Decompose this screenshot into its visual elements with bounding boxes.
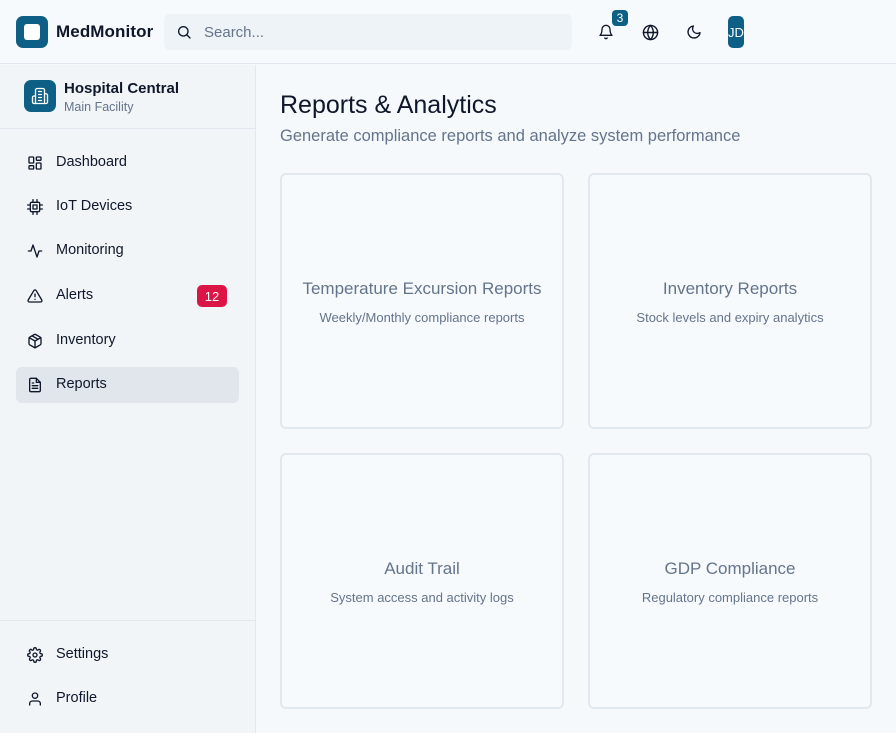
card-title: Inventory Reports xyxy=(662,279,798,298)
sidebar-item-profile[interactable]: Profile xyxy=(16,681,239,717)
sidebar-item-inventory[interactable]: Inventory xyxy=(16,323,239,359)
card-title: GDP Compliance xyxy=(664,559,796,578)
page-title: Reports & Analytics xyxy=(280,91,497,119)
alerts-count-badge: 12 xyxy=(197,285,227,307)
file-text-icon xyxy=(29,377,41,393)
sidebar-item-monitoring[interactable]: Monitoring xyxy=(16,233,239,269)
search-bar[interactable] xyxy=(164,14,572,50)
report-card-inventory[interactable]: Inventory Reports Stock levels and expir… xyxy=(588,173,872,429)
report-card-audit-trail[interactable]: Audit Trail System access and activity l… xyxy=(280,453,564,709)
card-description: Regulatory compliance reports xyxy=(641,590,819,605)
report-card-gdp-compliance[interactable]: GDP Compliance Regulatory compliance rep… xyxy=(588,453,872,709)
card-title: Audit Trail xyxy=(384,559,460,578)
sidebar-item-label: Monitoring xyxy=(56,242,124,258)
facility-switcher[interactable]: Hospital Central Main Facility xyxy=(0,65,255,129)
sidebar-item-reports[interactable]: Reports xyxy=(16,367,239,403)
sidebar-footer: Settings Profile xyxy=(0,620,255,733)
sidebar-item-alerts[interactable]: Alerts 12 xyxy=(16,278,239,314)
sidebar: Hospital Central Main Facility Dashboard… xyxy=(0,65,256,733)
activity-icon xyxy=(27,244,43,258)
sidebar-item-dashboard[interactable]: Dashboard xyxy=(16,145,239,181)
user-avatar[interactable]: JD xyxy=(728,16,744,48)
sidebar-item-label: IoT Devices xyxy=(56,198,133,214)
hospital-building-icon xyxy=(24,80,56,112)
chip-icon xyxy=(27,199,43,215)
sidebar-item-label: Profile xyxy=(56,690,98,706)
sidebar-item-settings[interactable]: Settings xyxy=(16,637,239,673)
facility-name: Hospital Central xyxy=(64,80,180,97)
app-title: MedMonitor xyxy=(56,22,154,41)
sidebar-item-label: Inventory xyxy=(56,332,116,348)
theme-toggle-button[interactable] xyxy=(682,20,706,44)
globe-icon xyxy=(642,24,658,40)
alert-triangle-icon xyxy=(27,289,43,303)
card-title: Temperature Excursion Reports xyxy=(302,279,542,298)
app-logo-icon[interactable] xyxy=(16,16,48,48)
search-icon xyxy=(178,26,191,39)
card-description: Stock levels and expiry analytics xyxy=(636,310,824,325)
gear-icon xyxy=(27,647,43,663)
sidebar-item-label: Dashboard xyxy=(56,154,127,170)
sidebar-item-label: Reports xyxy=(56,376,107,392)
dashboard-icon xyxy=(28,156,42,170)
bell-icon xyxy=(599,24,613,40)
language-button[interactable] xyxy=(638,20,662,44)
notification-count-badge: 3 xyxy=(612,10,628,26)
package-icon xyxy=(28,333,42,349)
sidebar-item-iot-devices[interactable]: IoT Devices xyxy=(16,189,239,225)
report-card-temperature-excursion[interactable]: Temperature Excursion Reports Weekly/Mon… xyxy=(280,173,564,429)
card-description: Weekly/Monthly compliance reports xyxy=(319,310,525,325)
card-description: System access and activity logs xyxy=(330,590,514,605)
sidebar-item-label: Alerts xyxy=(56,287,94,303)
user-icon xyxy=(29,692,41,706)
page-subtitle: Generate compliance reports and analyze … xyxy=(280,127,741,145)
facility-subtitle: Main Facility xyxy=(64,100,134,114)
top-header: MedMonitor 3 JD xyxy=(0,0,896,64)
moon-icon xyxy=(687,25,701,39)
sidebar-item-label: Settings xyxy=(56,646,109,662)
search-input[interactable] xyxy=(204,14,560,50)
